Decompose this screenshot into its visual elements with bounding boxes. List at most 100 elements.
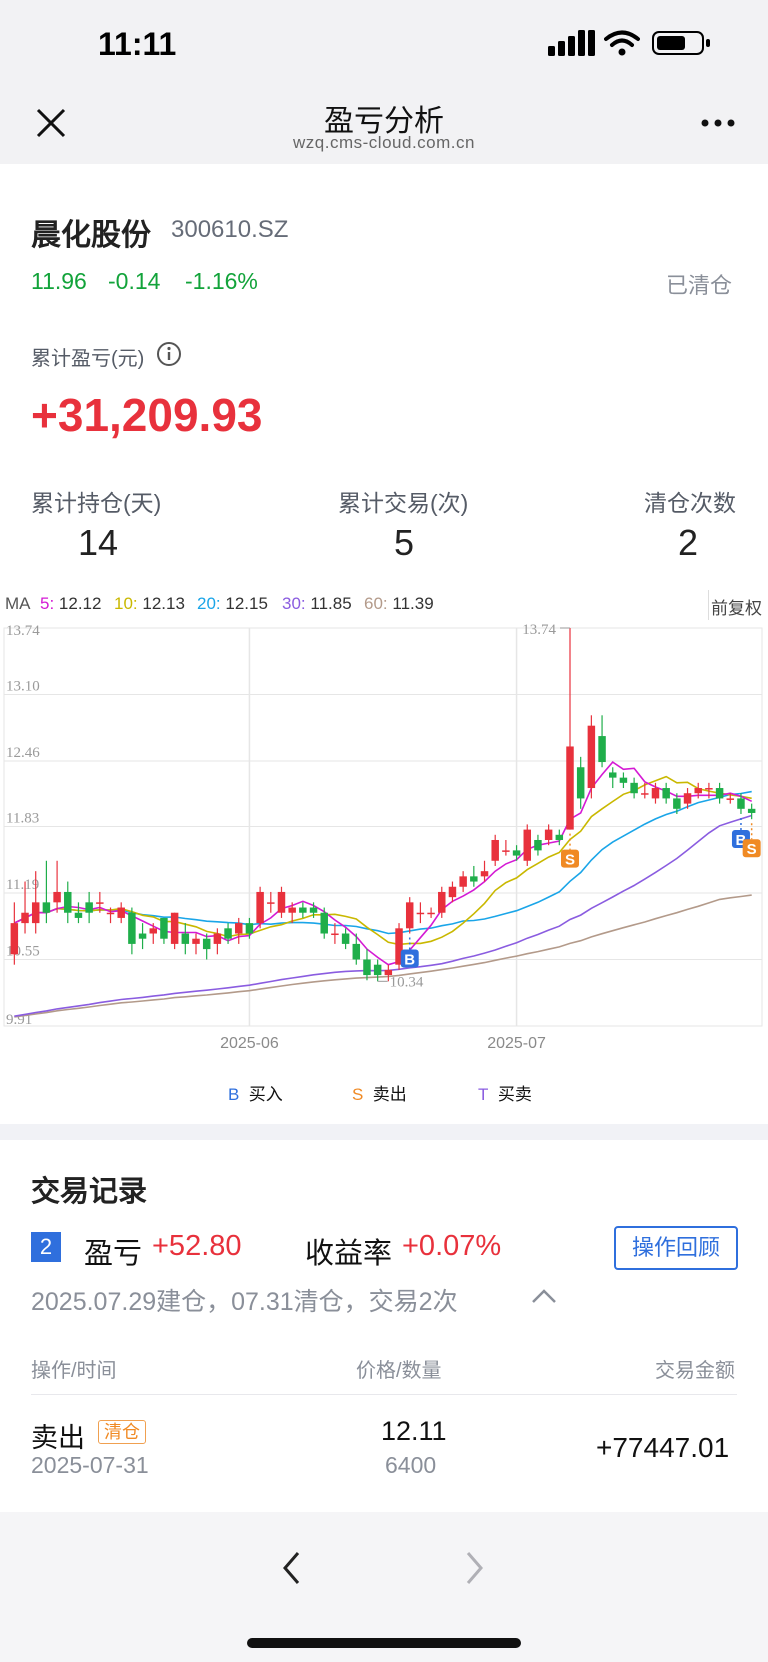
candle-body: [21, 912, 29, 924]
candle-body: [576, 767, 585, 799]
candle-body: [331, 933, 339, 936]
candle-body: [245, 923, 254, 934]
ma10-line: [13, 775, 752, 946]
candle-body: [74, 912, 83, 918]
ma60: 60: 11.39: [364, 594, 434, 613]
candle-body: [96, 902, 104, 904]
back-arrow-icon[interactable]: [280, 1550, 304, 1586]
candle-body: [544, 829, 553, 840]
ma30: 30: 11.85: [282, 594, 352, 613]
chevron-up-icon[interactable]: [530, 1287, 558, 1305]
page-url: wzq.cms-cloud.com.cn: [293, 133, 475, 152]
candle-body: [662, 788, 670, 799]
header-price-qty: 价格/数量: [356, 1360, 442, 1382]
signal-icon: [548, 30, 595, 56]
info-icon[interactable]: [156, 341, 182, 367]
candle-body: [202, 938, 211, 950]
candle-body: [288, 907, 296, 913]
trade-row-qty: 6400: [385, 1452, 437, 1478]
candle-body: [630, 782, 638, 794]
rate-label: 收益率: [305, 1238, 393, 1270]
ma5: 5: 12.12: [40, 594, 102, 613]
candle-body: [566, 746, 574, 830]
y-tick-label: 13.74: [6, 623, 40, 639]
candle-body: [737, 798, 745, 809]
candle-body: [726, 798, 735, 800]
header-op-time: 操作/时间: [31, 1360, 117, 1382]
clear-count-value: 2: [678, 522, 699, 563]
home-indicator: [247, 1638, 521, 1648]
candle-body: [170, 912, 179, 944]
candle-body: [64, 891, 72, 913]
pnl-value: +31,209.93: [31, 389, 263, 441]
candle-body: [747, 808, 756, 813]
y-tick-label: 11.19: [6, 877, 39, 893]
rate-value: +0.07%: [402, 1230, 502, 1262]
candle-body: [694, 788, 702, 794]
candle-body: [10, 923, 19, 955]
candle-body: [534, 839, 542, 851]
trade-pnl-value: +52.80: [152, 1230, 242, 1262]
header-amount: 交易金额: [655, 1360, 735, 1382]
candle-body: [502, 850, 510, 852]
legend-both: T 买卖: [478, 1085, 532, 1104]
legend-sell: S 卖出: [352, 1085, 407, 1104]
candle-body: [373, 964, 382, 976]
low-label: 10.34: [390, 974, 424, 990]
trade-row-price: 12.11: [381, 1416, 447, 1446]
kline-chart[interactable]: 13.7413.1012.4611.8311.1910.559.912025-0…: [0, 618, 768, 1048]
holding-days-label: 累计持仓(天): [31, 490, 162, 516]
candle-body: [641, 793, 649, 795]
candle-body: [673, 798, 681, 809]
clear-badge: 清仓: [98, 1418, 146, 1444]
status-time: 11:11: [98, 26, 177, 62]
adjust-toggle[interactable]: 前复权: [711, 594, 762, 619]
more-icon[interactable]: [700, 118, 736, 128]
candle-body: [619, 777, 628, 783]
forward-arrow-icon[interactable]: [462, 1550, 486, 1586]
candle-body: [106, 912, 115, 915]
candle-body: [138, 933, 147, 939]
candle-body: [598, 736, 606, 763]
section-title: 交易记录: [31, 1176, 148, 1208]
candle-body: [267, 902, 275, 904]
candle-body: [555, 834, 564, 840]
holding-days-value: 14: [78, 522, 119, 563]
ma-prefix: MA: [5, 594, 31, 613]
candle-body: [320, 912, 328, 934]
battery-icon: [652, 31, 710, 55]
candle-body: [299, 907, 307, 913]
candle-body: [128, 912, 136, 944]
x-tick-label: 2025-06: [220, 1035, 279, 1048]
candle-body: [438, 891, 446, 913]
x-tick-label: 2025-07: [487, 1035, 546, 1048]
candle-body: [405, 902, 414, 929]
candle-body: [705, 788, 713, 790]
stock-code: 300610.SZ: [171, 216, 289, 243]
candle-body: [523, 829, 531, 861]
candle-body: [416, 912, 425, 915]
candle-body: [683, 793, 692, 804]
candle-body: [363, 959, 371, 976]
y-tick-label: 11.83: [6, 810, 39, 826]
nav-bar: 盈亏分析 wzq.cms-cloud.com.cn: [0, 86, 768, 164]
stock-price: 11.96: [31, 268, 87, 294]
candle-body: [491, 839, 499, 861]
chart-legend: B 买入 S 卖出 T 买卖: [0, 1078, 768, 1108]
candle-body: [235, 923, 243, 934]
candle-body: [85, 902, 93, 913]
ma10: 10: 12.13: [114, 594, 185, 613]
candle-body: [181, 933, 190, 944]
candle-body: [213, 933, 222, 944]
trade-summary: 2025.07.29建仓，07.31清仓，交易2次: [31, 1288, 458, 1316]
high-label: 13.74: [522, 622, 556, 638]
candle-body: [715, 788, 724, 799]
candle-body: [160, 917, 168, 939]
candle-body: [448, 886, 457, 898]
divider: [31, 1394, 737, 1395]
candle-body: [117, 907, 125, 918]
clear-count-label: 清仓次数: [644, 490, 736, 516]
candle-body: [53, 891, 61, 903]
y-tick-label: 12.46: [6, 745, 40, 761]
review-button[interactable]: 操作回顾: [614, 1226, 738, 1270]
